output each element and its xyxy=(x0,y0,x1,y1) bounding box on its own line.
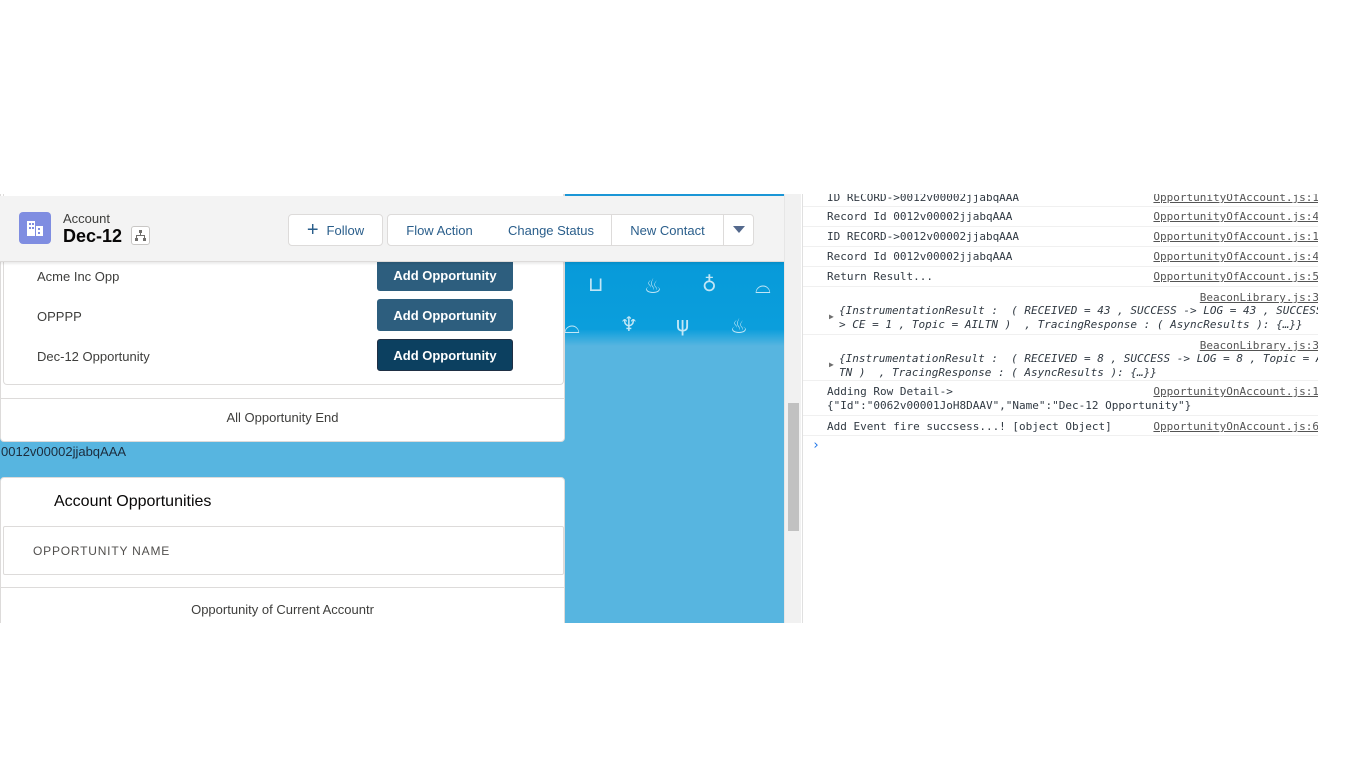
hierarchy-icon[interactable] xyxy=(131,226,150,245)
source-link[interactable]: OpportunityOnAccount.js:1 xyxy=(1153,385,1318,398)
source-link[interactable]: BeaconLibrary.js:3 xyxy=(1200,291,1318,304)
console-line-object[interactable]: BeaconLibrary.js:3 ▶ {InstrumentationRes… xyxy=(803,335,1318,381)
card-footer: All Opportunity End xyxy=(226,410,339,425)
console-line: Record Id 0012v00002jjabqAAA Opportunity… xyxy=(803,247,1318,267)
cooking-pot-icon: ♨ xyxy=(730,314,748,338)
console-prompt-icon[interactable]: › xyxy=(812,438,820,453)
more-actions-button[interactable] xyxy=(723,214,754,246)
console-line: ID RECORD->0012v00002jjabqAAA Opportunit… xyxy=(803,194,1318,207)
divider xyxy=(1,398,564,399)
console-line: ID RECORD->0012v00002jjabqAAA Opportunit… xyxy=(803,227,1318,247)
console-line: Adding Row Detail-> {"Id":"0062v00001JoH… xyxy=(803,381,1318,416)
console-message: Add Event fire succsess...! [object Obje… xyxy=(827,420,1112,433)
console-message: Record Id 0012v00002jjabqAAA xyxy=(827,210,1013,223)
console-object: {InstrumentationResult : ( RECEIVED = 43… xyxy=(839,304,1318,317)
pot-icon: ♨ xyxy=(644,274,662,298)
console-message: ID RECORD->0012v00002jjabqAAA xyxy=(827,230,1020,243)
add-opportunity-button[interactable]: Add Opportunity xyxy=(377,339,513,371)
console-object: TN ) , TracingResponse : ( AsyncResults … xyxy=(839,366,1157,379)
record-name: Dec-12 xyxy=(63,226,123,246)
measuring-cup-icon: ⊔ xyxy=(588,272,604,296)
source-link[interactable]: OpportunityOfAccount.js:4 xyxy=(1153,210,1318,223)
console-line: Record Id 0012v00002jjabqAAA Opportunity… xyxy=(803,207,1318,227)
follow-button[interactable]: + Follow xyxy=(288,214,383,246)
object-label: Account xyxy=(63,211,110,226)
console-message: {"Id":"0062v00001JoH8DAAV","Name":"Dec-1… xyxy=(827,399,1192,412)
follow-label: Follow xyxy=(326,222,365,238)
plus-icon: + xyxy=(306,219,319,241)
console-line-object[interactable]: BeaconLibrary.js:3 ▶ {InstrumentationRes… xyxy=(803,287,1318,335)
devtools-console: ID RECORD->0012v00002jjabqAAA Opportunit… xyxy=(802,194,1318,623)
change-status-button[interactable]: Change Status xyxy=(491,214,612,246)
opportunities-table: OPPORTUNITY NAME xyxy=(3,526,564,575)
chevron-down-icon xyxy=(732,226,745,233)
source-link[interactable]: OpportunityOfAccount.js:4 xyxy=(1153,250,1318,263)
add-opportunity-button[interactable]: Add Opportunity xyxy=(377,299,513,331)
app-window: ⊔ ♨ ♁ ⌓ ⌓ ♆ ψ ♨ Acme Inc Opp Add Opportu… xyxy=(0,194,1366,623)
divider xyxy=(1,587,564,588)
console-object: > CE = 1 , Topic = AILTN ) , TracingResp… xyxy=(839,318,1303,331)
whisk-icon: ♁ xyxy=(702,272,717,296)
list-item: Acme Inc Opp Add Opportunity xyxy=(4,257,565,297)
new-contact-button[interactable]: New Contact xyxy=(611,214,724,246)
expand-triangle-icon[interactable]: ▶ xyxy=(829,360,834,369)
console-message: Adding Row Detail-> xyxy=(827,385,953,398)
source-link[interactable]: OpportunityOnAccount.js:6 xyxy=(1153,420,1318,433)
salesforce-page: ⊔ ♨ ♁ ⌓ ⌓ ♆ ψ ♨ Acme Inc Opp Add Opportu… xyxy=(0,194,784,623)
column-header-opportunity-name[interactable]: OPPORTUNITY NAME xyxy=(33,544,170,558)
record-header: Account Dec-12 + Follow Flow Action Chan… xyxy=(0,196,784,262)
opportunity-name: OPPPP xyxy=(37,309,82,324)
page-scrollbar[interactable] xyxy=(784,194,801,623)
console-line: Return Result... OpportunityOfAccount.js… xyxy=(803,267,1318,287)
record-id-text: 0012v00002jjabqAAA xyxy=(1,444,127,459)
fork-knife-icon: ψ xyxy=(676,312,690,336)
scrollbar-thumb[interactable] xyxy=(788,403,799,531)
add-opportunity-button[interactable]: Add Opportunity xyxy=(377,259,513,291)
account-opportunities-card: Account Opportunities OPPORTUNITY NAME O… xyxy=(0,477,565,623)
decorative-banner: ⊔ ♨ ♁ ⌓ ⌓ ♆ ψ ♨ xyxy=(564,262,784,346)
expand-triangle-icon[interactable]: ▶ xyxy=(829,312,834,321)
source-link[interactable]: OpportunityOfAccount.js:1 xyxy=(1153,194,1318,204)
console-message: Return Result... xyxy=(827,270,933,283)
source-link[interactable]: BeaconLibrary.js:3 xyxy=(1200,339,1318,352)
console-message: ID RECORD->0012v00002jjabqAAA xyxy=(827,194,1020,204)
list-item: Dec-12 Opportunity Add Opportunity xyxy=(4,337,565,377)
source-link[interactable]: OpportunityOfAccount.js:5 xyxy=(1153,270,1318,283)
console-object: {InstrumentationResult : ( RECEIVED = 8 … xyxy=(839,352,1318,365)
account-icon xyxy=(19,212,51,244)
opportunity-name: Dec-12 Opportunity xyxy=(37,349,150,364)
drink-icon: ♆ xyxy=(620,312,638,336)
flow-action-button[interactable]: Flow Action xyxy=(387,214,492,246)
console-line: Add Event fire succsess...! [object Obje… xyxy=(803,416,1318,436)
cloche-icon: ⌓ xyxy=(755,274,771,298)
opportunity-name: Acme Inc Opp xyxy=(37,269,120,284)
cloche-icon: ⌓ xyxy=(564,314,580,338)
list-item: OPPPP Add Opportunity xyxy=(4,297,565,337)
card-title: Account Opportunities xyxy=(54,493,212,510)
console-message: Record Id 0012v00002jjabqAAA xyxy=(827,250,1013,263)
source-link[interactable]: OpportunityOfAccount.js:1 xyxy=(1153,230,1318,243)
card-footer: Opportunity of Current Accountr xyxy=(191,602,374,617)
